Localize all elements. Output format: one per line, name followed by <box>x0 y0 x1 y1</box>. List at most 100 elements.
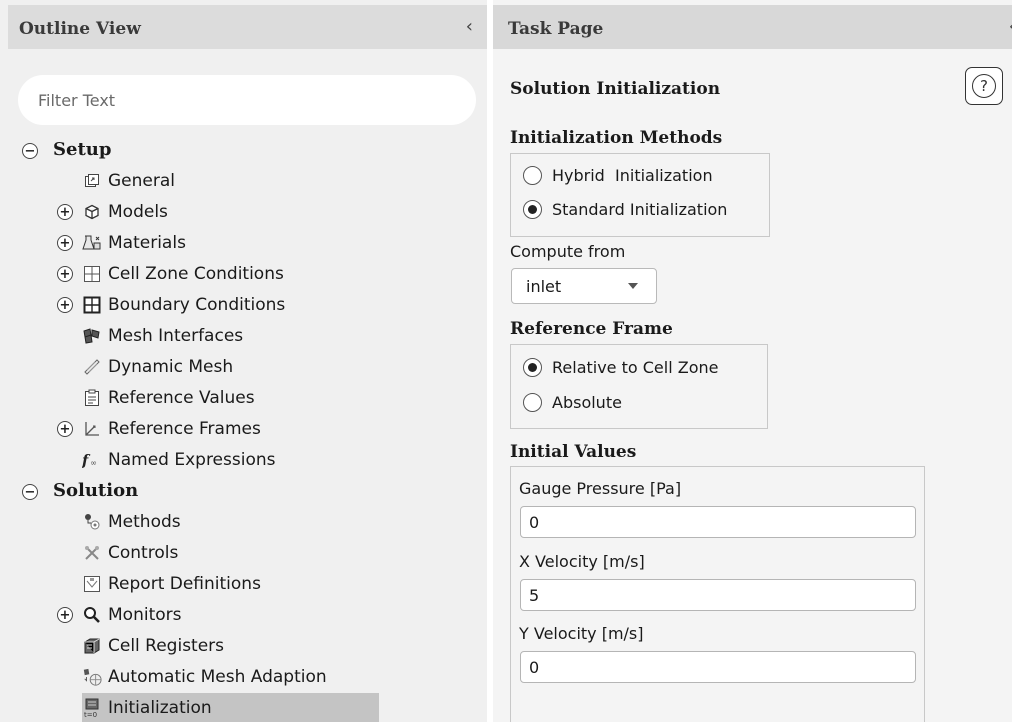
radio-absolute[interactable]: Absolute <box>523 393 622 412</box>
tree-item-label: Cell Zone Conditions <box>108 264 284 284</box>
tree-item-label: Mesh Interfaces <box>108 326 244 346</box>
tree-item-label: Models <box>108 202 168 222</box>
gauge-pressure-label: Gauge Pressure [Pa] <box>519 479 682 498</box>
init-methods-label: Initialization Methods <box>510 128 723 148</box>
radio-button[interactable] <box>523 393 542 412</box>
tree-item-content: Methods <box>82 512 181 532</box>
expand-boundary-conditions-icon[interactable]: + <box>57 297 73 313</box>
mesh-adaption-icon <box>82 667 102 687</box>
tree-item-label: Cell Registers <box>108 636 225 656</box>
tree-label-solution: Solution <box>53 480 139 501</box>
general-icon <box>82 171 102 191</box>
tree-item-solution[interactable]: − Solution <box>0 477 300 507</box>
compute-from-value: inlet <box>526 276 562 296</box>
initialization-icon: t=0 <box>82 698 102 718</box>
tree-item-monitors[interactable]: + Monitors <box>0 600 440 630</box>
tree-item-label: Methods <box>108 512 181 532</box>
task-page-header: Task Page ‹ <box>493 5 1012 49</box>
tree-item-report-definitions[interactable]: Report Definitions <box>0 569 440 599</box>
panel-title: Solution Initialization <box>510 79 721 99</box>
radio-button[interactable] <box>523 358 542 377</box>
tree-item-reference-frames[interactable]: + Reference Frames <box>0 414 440 444</box>
tree-item-label: Boundary Conditions <box>108 295 286 315</box>
tree-item-label: Automatic Mesh Adaption <box>108 667 327 687</box>
tree-item-automatic-mesh-adaption[interactable]: Automatic Mesh Adaption <box>0 662 440 692</box>
radio-label: Absolute <box>552 393 622 412</box>
tree-item-models[interactable]: + Models <box>0 197 440 227</box>
reference-frames-icon <box>82 419 102 439</box>
compute-from-dropdown[interactable]: inlet <box>511 268 657 304</box>
gauge-pressure-field[interactable] <box>520 506 916 538</box>
radio-standard-initialization[interactable]: Standard Initialization <box>523 200 727 219</box>
chevron-down-icon <box>628 283 638 289</box>
tree-item-content: Report Definitions <box>82 574 261 594</box>
tree-item-boundary-conditions[interactable]: + Boundary Conditions <box>0 290 440 320</box>
radio-label: Standard Initialization <box>552 200 728 219</box>
tree-item-content: Reference Frames <box>82 419 261 439</box>
tree-item-content: Cell Zone Conditions <box>82 264 284 284</box>
tree-item-content: Automatic Mesh Adaption <box>82 667 327 687</box>
svg-text:∞: ∞ <box>90 457 97 467</box>
collapse-outline-icon[interactable]: ‹ <box>466 16 473 37</box>
tree-item-named-expressions[interactable]: f ∞ Named Expressions <box>0 445 440 475</box>
tree-item-content: Dynamic Mesh <box>82 357 233 377</box>
tree-item-materials[interactable]: + Materials <box>0 228 440 258</box>
help-button[interactable]: ? <box>965 67 1003 105</box>
tree-item-label: Reference Frames <box>108 419 261 439</box>
svg-text:t=0: t=0 <box>84 711 97 718</box>
tree-item-mesh-interfaces[interactable]: Mesh Interfaces <box>0 321 440 351</box>
reference-values-icon <box>82 388 102 408</box>
tree-item-dynamic-mesh[interactable]: Dynamic Mesh <box>0 352 440 382</box>
expand-reference-frames-icon[interactable]: + <box>57 421 73 437</box>
expand-cell-zone-conditions-icon[interactable]: + <box>57 266 73 282</box>
tree-item-content: Materials <box>82 233 186 253</box>
tree-item-reference-values[interactable]: Reference Values <box>0 383 440 413</box>
help-icon: ? <box>972 74 996 98</box>
tree-item-cell-zone-conditions[interactable]: + Cell Zone Conditions <box>0 259 440 289</box>
cell-registers-icon <box>82 636 102 656</box>
mesh-interfaces-icon <box>82 326 102 346</box>
outline-view-panel: Outline View ‹ − Setup General + Models + Ma… <box>0 0 487 722</box>
tree-item-label: Materials <box>108 233 186 253</box>
tree-item-content: Reference Values <box>82 388 255 408</box>
materials-icon <box>82 233 102 253</box>
y-velocity-label: Y Velocity [m/s] <box>519 624 644 643</box>
tree-item-general[interactable]: General <box>0 166 440 196</box>
radio-button[interactable] <box>523 200 542 219</box>
outline-view-header: Outline View ‹ <box>8 5 487 49</box>
filter-text-input[interactable] <box>18 75 476 125</box>
tree-label-setup: Setup <box>53 139 112 160</box>
task-page-panel: Task Page ‹ Solution Initialization ? In… <box>493 0 1012 722</box>
expand-models-icon[interactable]: + <box>57 204 73 220</box>
tree-item-content: Boundary Conditions <box>82 295 285 315</box>
collapse-solution-icon[interactable]: − <box>22 484 38 500</box>
tree-item-content: t=0 Initialization <box>82 698 212 718</box>
tree-item-content: General <box>82 171 175 191</box>
init-methods-group: Hybrid Initialization Standard Initializ… <box>510 153 770 237</box>
tree-item-cell-registers[interactable]: Cell Registers <box>0 631 440 661</box>
tree-item-label: Reference Values <box>108 388 255 408</box>
collapse-setup-icon[interactable]: − <box>22 143 38 159</box>
tree-item-label: Named Expressions <box>108 450 276 470</box>
tree-item-methods[interactable]: Methods <box>0 507 440 537</box>
expand-materials-icon[interactable]: + <box>57 235 73 251</box>
initial-values-group: Gauge Pressure [Pa] X Velocity [m/s] Y V… <box>510 466 925 722</box>
radio-button[interactable] <box>523 166 542 185</box>
tree-item-content: f ∞ Named Expressions <box>82 450 276 470</box>
tree-item-controls[interactable]: Controls <box>0 538 440 568</box>
y-velocity-field[interactable] <box>520 651 916 683</box>
expand-monitors-icon[interactable]: + <box>57 607 73 623</box>
compute-from-label: Compute from <box>510 242 626 261</box>
tree-item-setup[interactable]: − Setup <box>0 136 300 166</box>
monitors-icon <box>82 605 102 625</box>
radio-label: Relative to Cell Zone <box>552 358 719 377</box>
radio-hybrid-initialization[interactable]: Hybrid Initialization <box>523 166 713 185</box>
report-definitions-icon <box>82 574 102 594</box>
tree-item-content: Monitors <box>82 605 181 625</box>
tree-item-content: Cell Registers <box>82 636 224 656</box>
radio-relative-to-cell-zone[interactable]: Relative to Cell Zone <box>523 358 718 377</box>
x-velocity-label: X Velocity [m/s] <box>519 552 645 571</box>
tree-item-initialization[interactable]: t=0 Initialization <box>82 693 379 722</box>
tree-item-label: Initialization <box>108 698 212 718</box>
x-velocity-field[interactable] <box>520 579 916 611</box>
